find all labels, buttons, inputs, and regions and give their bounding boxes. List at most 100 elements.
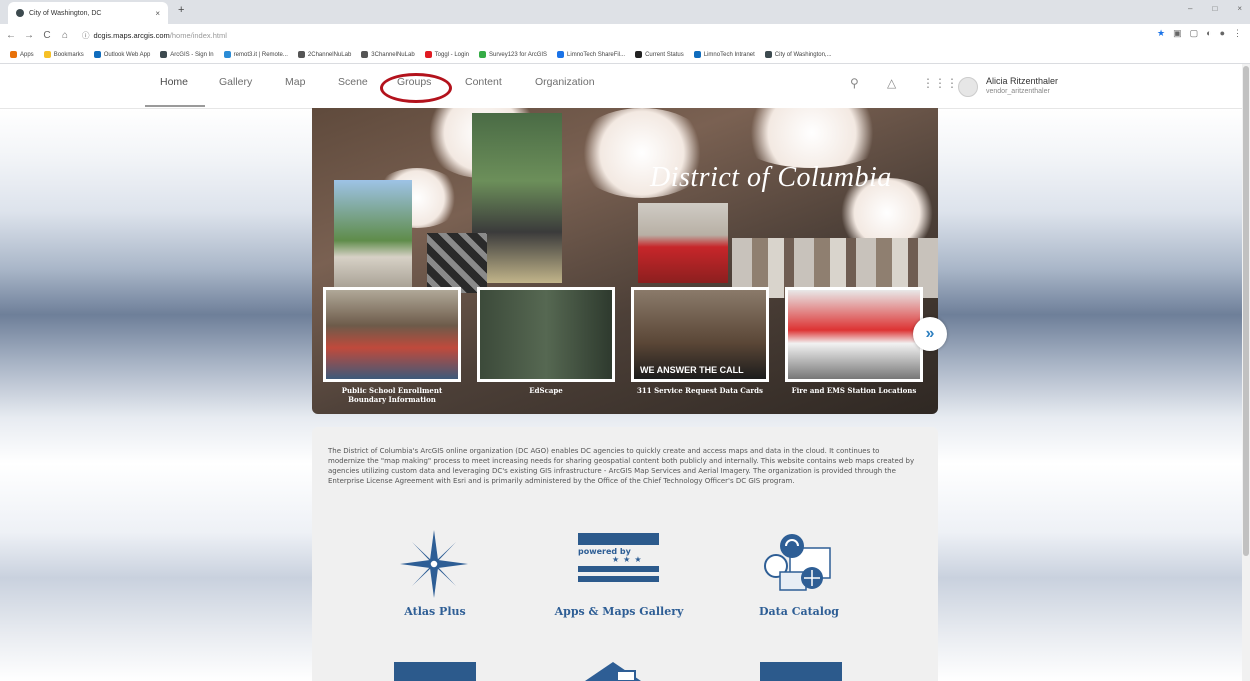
extension-icon[interactable]: ▣	[1173, 28, 1182, 39]
metro-sign-photo	[427, 233, 487, 293]
nav-scene[interactable]: Scene	[338, 76, 368, 88]
featured-card-school[interactable]	[323, 287, 461, 382]
bookmark-label: LimnoTech Intranet	[703, 51, 755, 58]
tile-data-catalog[interactable]: Data Catalog	[758, 605, 840, 618]
card-overlay-text: WE ANSWER THE CALL	[640, 365, 744, 375]
banner-title: District of Columbia	[650, 162, 892, 193]
bookmark-label: Survey123 for ArcGIS	[489, 51, 548, 58]
bookmark-item[interactable]: remot3.it | Remote...	[223, 51, 288, 58]
tile-apps-maps-gallery[interactable]: Apps & Maps Gallery	[552, 605, 686, 618]
card-caption[interactable]: Public School Enrollment Boundary Inform…	[323, 386, 461, 404]
minimize-icon[interactable]: –	[1188, 4, 1192, 13]
card-image	[480, 290, 612, 379]
bookmarks-bar: Apps Bookmarks Outlook Web App ArcGIS - Sig…	[0, 46, 1250, 64]
house-icon	[585, 662, 641, 681]
nav-home[interactable]: Home	[160, 76, 188, 88]
bookmark-label: 2ChannelNuLab	[307, 51, 352, 58]
menu-icon[interactable]: ⋮	[1233, 28, 1242, 39]
url-path: /home/index.html	[169, 30, 227, 40]
site-favicon-icon	[16, 9, 24, 17]
bookmark-favicon-icon	[361, 51, 369, 58]
extensions-area: ★ ▣ ▢ ◐ ● ⋮	[1157, 28, 1242, 39]
bookmark-item[interactable]: Outlook Web App	[93, 51, 151, 58]
tile-icon-partial	[760, 662, 842, 681]
powered-by-bar	[578, 533, 659, 545]
tile-atlas-plus[interactable]: Atlas Plus	[399, 605, 471, 618]
bookmark-item[interactable]: 2ChannelNuLab	[297, 51, 352, 58]
close-window-icon[interactable]: ×	[1237, 4, 1242, 13]
new-tab-button[interactable]: +	[178, 4, 184, 16]
card-image	[326, 290, 458, 379]
bookmark-item[interactable]: LimnoTech ShareFil...	[557, 51, 625, 58]
notifications-bell-icon[interactable]: △	[887, 76, 896, 90]
home-icon[interactable]: ⌂	[58, 30, 72, 41]
stars-icon: ★★★	[612, 555, 646, 564]
bookmark-item[interactable]: Toggl - Login	[424, 51, 470, 58]
groups-highlight-annotation	[380, 73, 452, 103]
card-image	[788, 290, 920, 379]
bookmark-label: Outlook Web App	[103, 51, 151, 58]
featured-card-311[interactable]: WE ANSWER THE CALL	[631, 287, 769, 382]
compass-rose-icon[interactable]	[398, 528, 470, 600]
user-name[interactable]: Alicia Ritzenthaler	[986, 76, 1058, 86]
fountain-photo	[334, 180, 412, 290]
featured-card-edscape[interactable]	[477, 287, 615, 382]
site-info-icon[interactable]: ⓘ	[82, 30, 90, 41]
bookmark-item[interactable]: City of Washington,...	[764, 51, 832, 58]
nav-map[interactable]: Map	[285, 76, 305, 88]
bookmark-item[interactable]: ArcGIS - Sign In	[160, 51, 214, 58]
bookmark-favicon-icon	[479, 51, 487, 58]
browser-tab[interactable]: City of Washington, DC ×	[8, 2, 168, 24]
bookmark-label: Bookmarks	[53, 51, 84, 58]
nav-organization[interactable]: Organization	[535, 76, 595, 88]
tile-icon-partial	[394, 662, 476, 681]
nav-gallery[interactable]: Gallery	[219, 76, 252, 88]
user-handle: vendor_aritzenthaler	[986, 88, 1050, 95]
bookmark-item[interactable]: 3ChannelNuLab	[361, 51, 415, 58]
browser-tab-bar: City of Washington, DC × + – □ ×	[0, 0, 1250, 24]
avatar[interactable]	[958, 77, 978, 97]
nav-content[interactable]: Content	[465, 76, 502, 88]
bookmark-favicon-icon	[223, 51, 231, 58]
back-icon[interactable]: ←	[4, 30, 18, 41]
bookmark-label: City of Washington,...	[774, 51, 832, 58]
tab-close-icon[interactable]: ×	[155, 9, 160, 18]
active-nav-underline	[145, 105, 205, 107]
card-caption[interactable]: Fire and EMS Station Locations	[785, 386, 923, 395]
card-caption[interactable]: 311 Service Request Data Cards	[631, 386, 769, 395]
extension-icon[interactable]: ▢	[1190, 28, 1199, 39]
scrollbar-thumb[interactable]	[1243, 66, 1249, 556]
forward-icon[interactable]: →	[22, 30, 36, 41]
maximize-icon[interactable]: □	[1212, 4, 1217, 13]
bookmark-favicon-icon	[635, 51, 643, 58]
search-icon[interactable]: ⚲	[850, 76, 859, 90]
bookmark-item[interactable]: Current Status	[635, 51, 684, 58]
bookmark-label: Toggl - Login	[434, 51, 470, 58]
bookmark-star-icon[interactable]: ★	[1157, 28, 1165, 39]
window-controls: – □ ×	[1188, 4, 1242, 13]
site-header: Home Gallery Map Scene Groups Content Or…	[0, 64, 1242, 109]
tab-title: City of Washington, DC	[29, 9, 102, 17]
bookmark-item[interactable]: LimnoTech Intranet	[693, 51, 755, 58]
profile-icon[interactable]: ●	[1220, 28, 1225, 39]
card-caption[interactable]: EdScape	[477, 386, 615, 395]
reload-icon[interactable]: C	[40, 30, 54, 41]
bookmark-item[interactable]: Bookmarks	[43, 51, 84, 58]
bookmark-item[interactable]: Survey123 for ArcGIS	[479, 51, 547, 58]
bookmark-favicon-icon	[764, 51, 772, 58]
apps-grid-icon[interactable]: ⋮⋮⋮	[922, 76, 958, 90]
blossom-decoration	[732, 108, 892, 168]
extension-icon[interactable]: ◐	[1206, 28, 1211, 39]
flag-stripe	[578, 566, 659, 572]
url-field[interactable]: ⓘ dcgis.maps.arcgis.com /home/index.html	[82, 30, 227, 41]
bookmark-label: Current Status	[645, 51, 684, 58]
data-catalog-icon[interactable]	[762, 532, 836, 594]
bookmark-favicon-icon	[424, 51, 432, 58]
bookmark-item[interactable]: Apps	[10, 51, 34, 58]
featured-card-fire-ems[interactable]	[785, 287, 923, 382]
nationals-park-photo	[638, 203, 728, 283]
bookmark-favicon-icon	[557, 51, 565, 58]
bookmark-favicon-icon	[297, 51, 305, 58]
carousel-next-icon[interactable]: »	[913, 317, 947, 351]
card-image: WE ANSWER THE CALL	[634, 290, 766, 379]
